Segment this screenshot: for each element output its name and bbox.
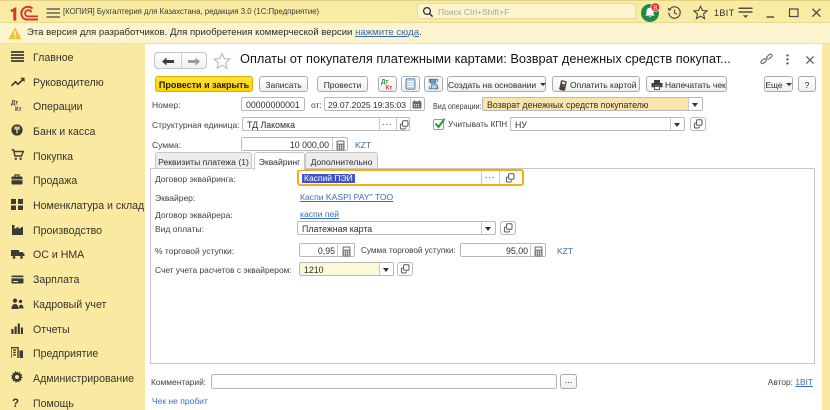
svg-text:Кт: Кт <box>15 107 22 111</box>
svg-text:Кт: Кт <box>386 85 393 90</box>
svg-text:8: 8 <box>653 5 657 12</box>
svg-text:Дт: Дт <box>11 101 18 107</box>
svg-text:?: ? <box>12 398 19 408</box>
